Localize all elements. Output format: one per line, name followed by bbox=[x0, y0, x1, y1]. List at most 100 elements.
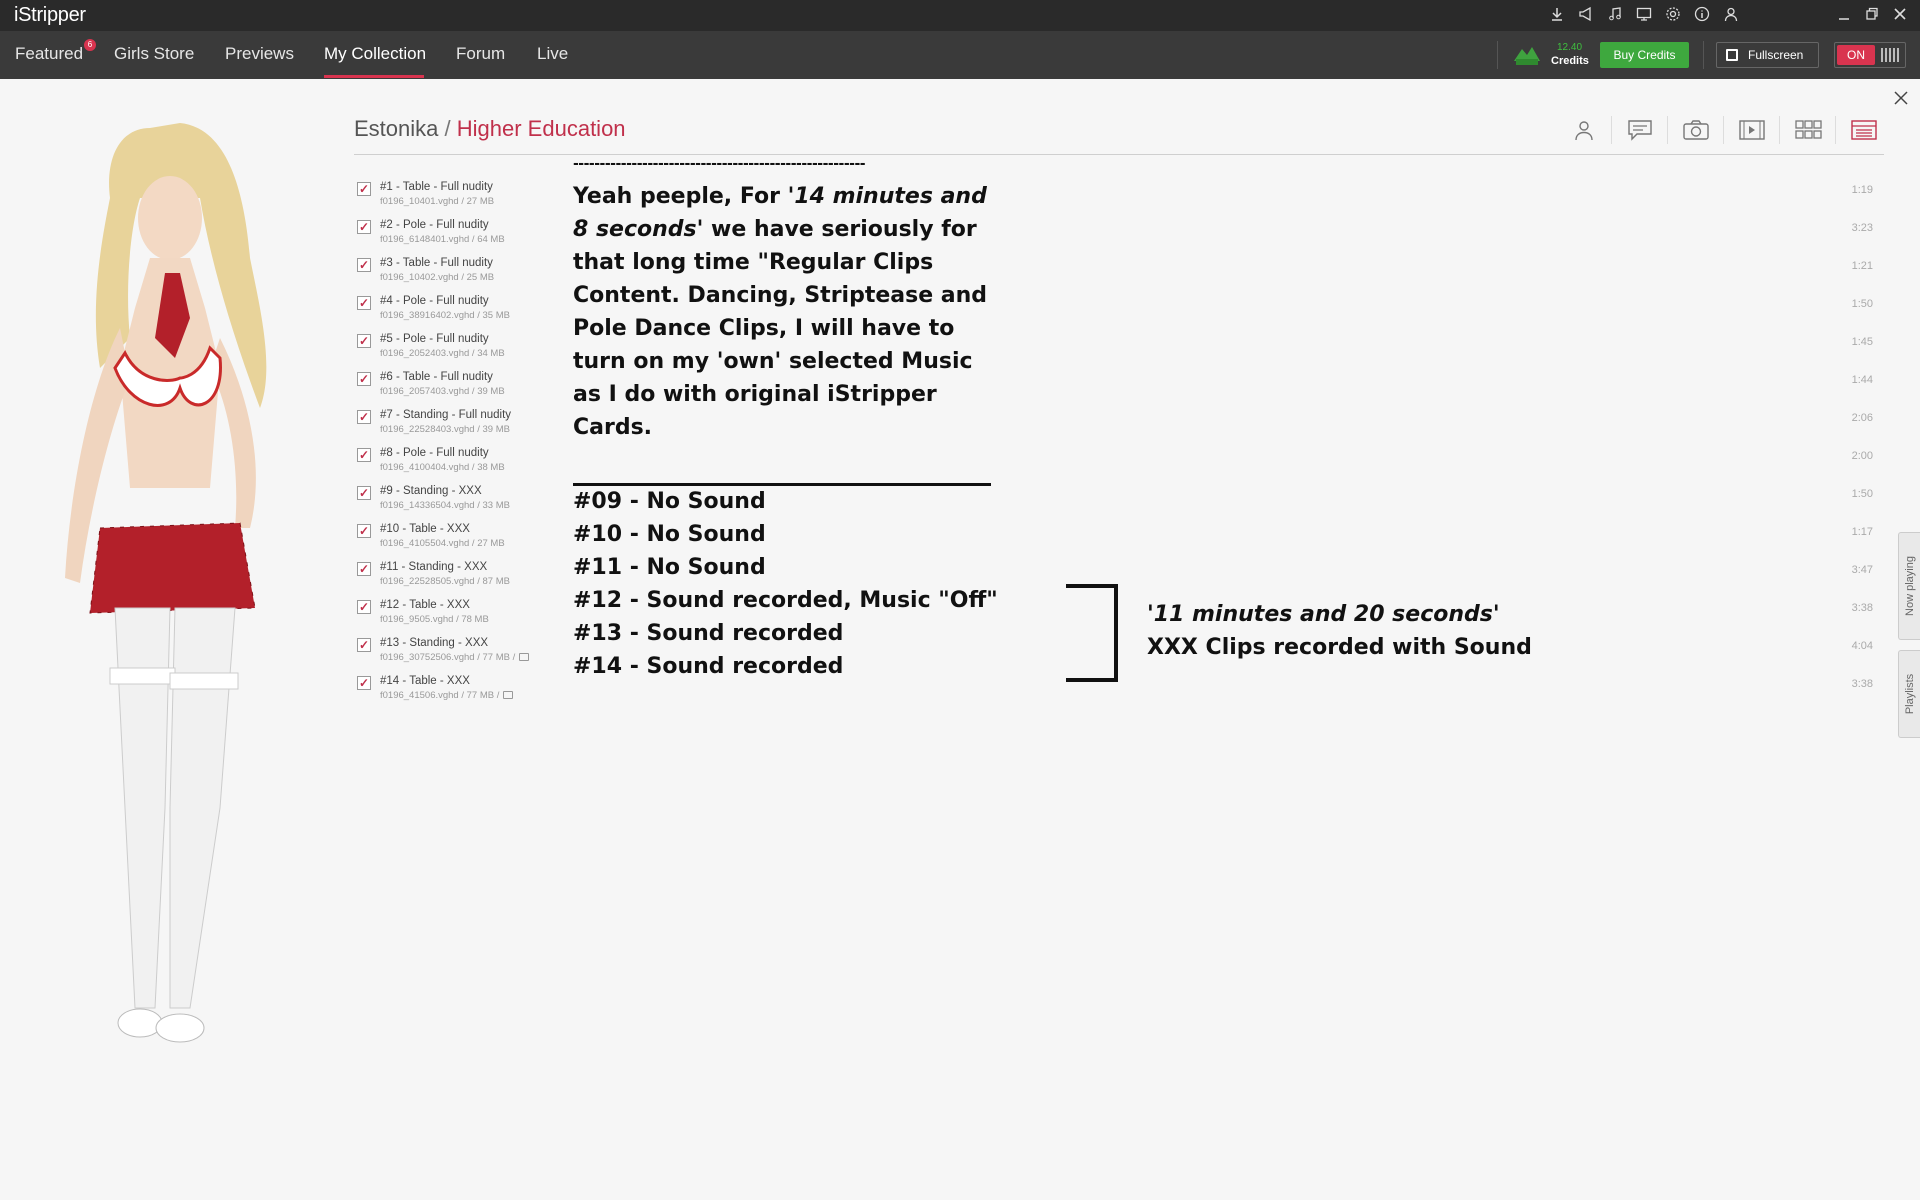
fullscreen-button[interactable]: Fullscreen bbox=[1716, 42, 1819, 68]
clip-row[interactable]: ✓ #14 - Table - XXX f0196_41506.vghd / 77 … bbox=[357, 674, 577, 708]
nav-forum[interactable]: Forum bbox=[456, 44, 505, 64]
clip-file-text: f0196_2052403.vghd / 34 MB bbox=[380, 348, 505, 359]
clip-duration: 3:38 bbox=[1851, 678, 1873, 690]
credits-label: Credits bbox=[1551, 55, 1589, 67]
annotation-side-note: '11 minutes and 20 seconds' XXX Clips re… bbox=[1147, 598, 1532, 664]
clip-checkbox[interactable]: ✓ bbox=[357, 486, 371, 500]
clip-checkbox[interactable]: ✓ bbox=[357, 182, 371, 196]
clip-file-info: f0196_22528505.vghd / 87 MB bbox=[380, 576, 510, 587]
clip-checkbox[interactable]: ✓ bbox=[357, 524, 371, 538]
download-icon[interactable] bbox=[1547, 6, 1566, 25]
annotation-list-item: #09 - No Sound bbox=[573, 489, 766, 514]
clip-checkbox[interactable]: ✓ bbox=[357, 372, 371, 386]
nav-featured[interactable]: Featured bbox=[15, 44, 83, 64]
clips-view-icon[interactable] bbox=[1724, 116, 1780, 144]
clip-duration: 3:47 bbox=[1851, 564, 1873, 576]
clip-duration: 1:50 bbox=[1851, 298, 1873, 310]
profile-view-icon[interactable] bbox=[1556, 116, 1612, 144]
annotation-para-pre: Yeah peeple, For bbox=[573, 184, 788, 209]
clip-checkbox[interactable]: ✓ bbox=[357, 676, 371, 690]
clip-file-info: f0196_30752506.vghd / 77 MB / bbox=[380, 652, 530, 663]
clip-row[interactable]: ✓ #4 - Pole - Full nudity f0196_38916402.v… bbox=[357, 294, 577, 328]
annotation-side-text: XXX Clips recorded with Sound bbox=[1147, 635, 1532, 660]
clip-checkbox[interactable]: ✓ bbox=[357, 258, 371, 272]
clip-file-info: f0196_4105504.vghd / 27 MB bbox=[380, 538, 505, 549]
breadcrumb-model[interactable]: Estonika bbox=[354, 116, 438, 141]
clip-checkbox[interactable]: ✓ bbox=[357, 410, 371, 424]
clip-row[interactable]: ✓ #5 - Pole - Full nudity f0196_2052403.vg… bbox=[357, 332, 577, 366]
clip-row[interactable]: ✓ #8 - Pole - Full nudity f0196_4100404.vg… bbox=[357, 446, 577, 480]
clip-row[interactable]: ✓ #6 - Table - Full nudity f0196_2057403.v… bbox=[357, 370, 577, 404]
clip-row[interactable]: ✓ #9 - Standing - XXX f0196_14336504.vghd … bbox=[357, 484, 577, 518]
window-controls bbox=[1836, 6, 1908, 25]
photos-view-icon[interactable] bbox=[1668, 116, 1724, 144]
grid-view-icon[interactable] bbox=[1780, 116, 1836, 144]
clip-title: #12 - Table - XXX bbox=[380, 599, 470, 611]
nav-girls-store[interactable]: Girls Store bbox=[114, 44, 194, 64]
nav-previews[interactable]: Previews bbox=[225, 44, 294, 64]
restore-icon[interactable] bbox=[1864, 6, 1880, 25]
buy-credits-button[interactable]: Buy Credits bbox=[1600, 42, 1689, 68]
music-icon[interactable] bbox=[1605, 6, 1624, 25]
clip-row[interactable]: ✓ #12 - Table - XXX f0196_9505.vghd / 78 M… bbox=[357, 598, 577, 632]
clip-row[interactable]: ✓ #7 - Standing - Full nudity f0196_225284… bbox=[357, 408, 577, 442]
credits-amount: 12.40 bbox=[1557, 42, 1583, 53]
close-panel-icon[interactable] bbox=[1893, 86, 1909, 112]
clip-file-text: f0196_22528505.vghd / 87 MB bbox=[380, 576, 510, 587]
nav-divider bbox=[1703, 41, 1704, 69]
minimize-icon[interactable] bbox=[1836, 6, 1852, 25]
clip-row[interactable]: ✓ #3 - Table - Full nudity f0196_10402.vgh… bbox=[357, 256, 577, 290]
list-view-icon[interactable] bbox=[1836, 116, 1892, 144]
main-nav: Featured 6 Girls Store Previews My Colle… bbox=[0, 31, 1920, 79]
clip-row[interactable]: ✓ #1 - Table - Full nudity f0196_10401.vgh… bbox=[357, 180, 577, 214]
clip-file-text: f0196_41506.vghd / 77 MB / bbox=[380, 690, 500, 701]
display-toggle[interactable]: ON bbox=[1834, 42, 1906, 68]
annotation-dashes: ----------------------------------------… bbox=[573, 156, 866, 172]
clip-file-info: f0196_2052403.vghd / 34 MB bbox=[380, 348, 505, 359]
clip-checkbox[interactable]: ✓ bbox=[357, 448, 371, 462]
clip-duration: 2:06 bbox=[1851, 412, 1873, 424]
clip-file-info: f0196_2057403.vghd / 39 MB bbox=[380, 386, 505, 397]
clip-title: #3 - Table - Full nudity bbox=[380, 257, 493, 269]
playlists-tab[interactable]: Playlists bbox=[1898, 650, 1920, 738]
clip-checkbox[interactable]: ✓ bbox=[357, 334, 371, 348]
clip-checkbox[interactable]: ✓ bbox=[357, 638, 371, 652]
clip-title: #5 - Pole - Full nudity bbox=[380, 333, 489, 345]
clip-file-info: f0196_6148401.vghd / 64 MB bbox=[380, 234, 505, 245]
breadcrumb-separator: / bbox=[444, 116, 451, 141]
annotation-list-item: #12 - Sound recorded, Music "Off" bbox=[573, 588, 998, 613]
clip-checkbox[interactable]: ✓ bbox=[357, 296, 371, 310]
info-icon[interactable] bbox=[1692, 6, 1711, 25]
clip-file-text: f0196_2057403.vghd / 39 MB bbox=[380, 386, 505, 397]
monitor-icon[interactable] bbox=[1634, 6, 1653, 25]
close-window-icon[interactable] bbox=[1892, 6, 1908, 25]
lock-icon bbox=[503, 691, 514, 699]
clip-row[interactable]: ✓ #2 - Pole - Full nudity f0196_6148401.vg… bbox=[357, 218, 577, 252]
clip-checkbox[interactable]: ✓ bbox=[357, 600, 371, 614]
clip-row[interactable]: ✓ #10 - Table - XXX f0196_4105504.vghd / 2… bbox=[357, 522, 577, 556]
clip-checkbox[interactable]: ✓ bbox=[357, 562, 371, 576]
now-playing-tab[interactable]: Now playing bbox=[1898, 532, 1920, 640]
clip-file-text: f0196_4100404.vghd / 38 MB bbox=[380, 462, 505, 473]
clip-row[interactable]: ✓ #13 - Standing - XXX f0196_30752506.vghd… bbox=[357, 636, 577, 670]
clip-file-text: f0196_10401.vghd / 27 MB bbox=[380, 196, 495, 207]
nav-live[interactable]: Live bbox=[537, 44, 568, 64]
titlebar-icons bbox=[1547, 6, 1740, 25]
clip-row[interactable]: ✓ #11 - Standing - XXX f0196_22528505.vghd… bbox=[357, 560, 577, 594]
fullscreen-icon bbox=[1726, 49, 1738, 61]
toggle-on-label: ON bbox=[1837, 45, 1875, 65]
header-divider bbox=[354, 154, 1884, 155]
nav-my-collection[interactable]: My Collection bbox=[324, 44, 426, 64]
clip-duration: 2:00 bbox=[1851, 450, 1873, 462]
announce-icon[interactable] bbox=[1576, 6, 1595, 25]
clip-file-text: f0196_38916402.vghd / 35 MB bbox=[380, 310, 510, 321]
clip-file-text: f0196_14336504.vghd / 33 MB bbox=[380, 500, 510, 511]
clip-file-text: f0196_10402.vghd / 25 MB bbox=[380, 272, 495, 283]
clip-file-info: f0196_41506.vghd / 77 MB / bbox=[380, 690, 514, 701]
user-icon[interactable] bbox=[1721, 6, 1740, 25]
playlists-label: Playlists bbox=[1903, 673, 1916, 715]
clip-checkbox[interactable]: ✓ bbox=[357, 220, 371, 234]
comments-view-icon[interactable] bbox=[1612, 116, 1668, 144]
settings-icon[interactable] bbox=[1663, 6, 1682, 25]
clip-title: #13 - Standing - XXX bbox=[380, 637, 489, 649]
